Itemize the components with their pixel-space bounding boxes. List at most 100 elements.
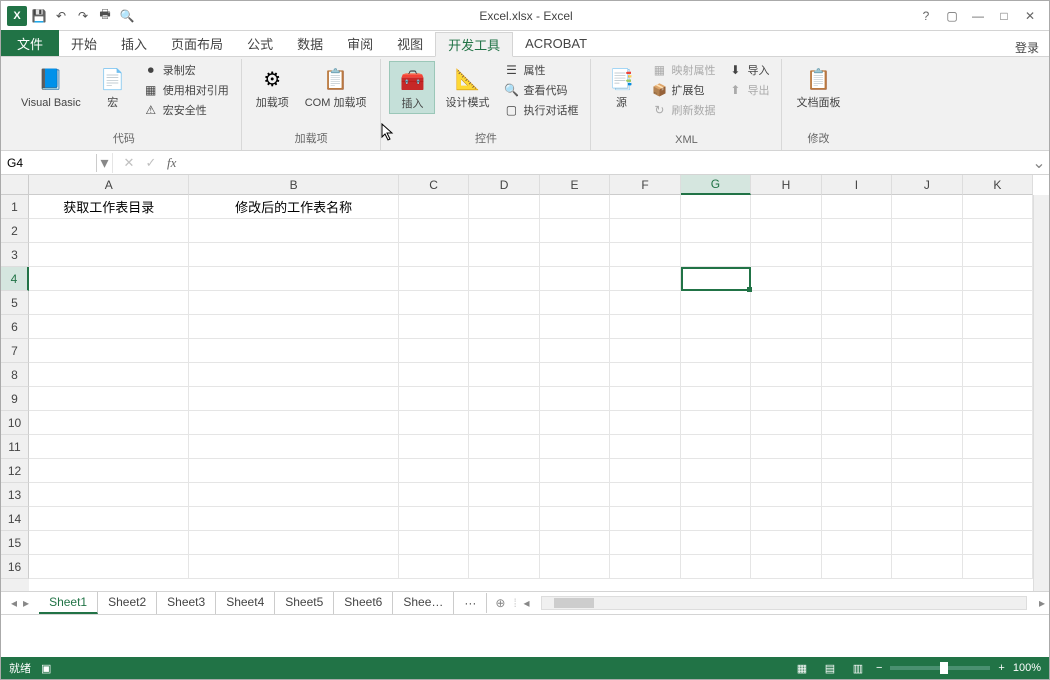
- cell[interactable]: 修改后的工作表名称: [189, 195, 398, 219]
- cell[interactable]: [610, 483, 680, 507]
- sheet-tab[interactable]: Sheet1: [39, 592, 98, 614]
- row-header[interactable]: 8: [1, 363, 29, 387]
- cell[interactable]: [963, 195, 1033, 219]
- cell[interactable]: [189, 507, 398, 531]
- cell[interactable]: [469, 531, 539, 555]
- sheet-tab[interactable]: Sheet3: [157, 592, 216, 614]
- record-macro-button[interactable]: ⏺录制宏: [139, 61, 233, 79]
- cell[interactable]: [469, 219, 539, 243]
- cell[interactable]: [540, 411, 610, 435]
- cell[interactable]: [610, 339, 680, 363]
- column-header[interactable]: I: [822, 175, 892, 195]
- row-header[interactable]: 9: [1, 387, 29, 411]
- cell[interactable]: [399, 219, 469, 243]
- cell[interactable]: [469, 411, 539, 435]
- use-relative-refs-button[interactable]: ▦使用相对引用: [139, 81, 233, 99]
- cell[interactable]: [681, 555, 751, 579]
- ribbon-tab[interactable]: 开发工具: [435, 32, 513, 57]
- cell[interactable]: [681, 483, 751, 507]
- row-header[interactable]: 2: [1, 219, 29, 243]
- column-header[interactable]: E: [540, 175, 610, 195]
- cell[interactable]: [681, 291, 751, 315]
- cell[interactable]: [469, 267, 539, 291]
- formula-expand-button[interactable]: ⌄: [1029, 153, 1049, 173]
- cell[interactable]: [751, 339, 821, 363]
- cell[interactable]: [610, 459, 680, 483]
- enter-formula-button[interactable]: ✓: [141, 155, 161, 171]
- row-header[interactable]: 6: [1, 315, 29, 339]
- import-button[interactable]: ⬇导入: [723, 61, 773, 79]
- cell[interactable]: [822, 243, 892, 267]
- hscroll-left[interactable]: ◂: [519, 596, 533, 610]
- vertical-scrollbar[interactable]: [1033, 195, 1049, 591]
- row-header[interactable]: 14: [1, 507, 29, 531]
- cell[interactable]: [399, 267, 469, 291]
- cell[interactable]: [540, 555, 610, 579]
- cell[interactable]: [540, 483, 610, 507]
- cell[interactable]: [963, 243, 1033, 267]
- cell[interactable]: [399, 315, 469, 339]
- cell[interactable]: [892, 339, 962, 363]
- cell[interactable]: [963, 339, 1033, 363]
- cell[interactable]: [963, 483, 1033, 507]
- cell[interactable]: [681, 243, 751, 267]
- cell[interactable]: [892, 459, 962, 483]
- cell[interactable]: [610, 243, 680, 267]
- page-break-view-button[interactable]: ▥: [848, 660, 868, 676]
- name-box[interactable]: G4: [1, 154, 97, 172]
- sheet-tab[interactable]: Shee…: [393, 592, 454, 614]
- cell[interactable]: [822, 291, 892, 315]
- cell[interactable]: [189, 291, 398, 315]
- cell[interactable]: [399, 483, 469, 507]
- properties-button[interactable]: ☰属性: [499, 61, 582, 79]
- cell[interactable]: [29, 267, 189, 291]
- normal-view-button[interactable]: ▦: [792, 660, 812, 676]
- column-header[interactable]: K: [963, 175, 1033, 195]
- minimize-button[interactable]: —: [967, 6, 989, 26]
- cell[interactable]: [189, 363, 398, 387]
- sheet-tab[interactable]: Sheet4: [216, 592, 275, 614]
- cell[interactable]: [399, 195, 469, 219]
- cell[interactable]: [822, 195, 892, 219]
- cell[interactable]: [892, 243, 962, 267]
- insert-control-button[interactable]: 🧰 插入: [389, 61, 435, 114]
- select-all-corner[interactable]: [1, 175, 29, 195]
- cell[interactable]: [751, 483, 821, 507]
- cell[interactable]: [399, 507, 469, 531]
- cell[interactable]: [963, 459, 1033, 483]
- com-addins-button[interactable]: 📋 COM 加载项: [299, 61, 373, 112]
- cell[interactable]: [469, 483, 539, 507]
- cell[interactable]: [399, 411, 469, 435]
- row-header[interactable]: 11: [1, 435, 29, 459]
- maximize-button[interactable]: □: [993, 6, 1015, 26]
- cell[interactable]: [469, 291, 539, 315]
- cell[interactable]: [540, 507, 610, 531]
- cell[interactable]: [540, 435, 610, 459]
- cell[interactable]: 获取工作表目录: [29, 195, 189, 219]
- cell[interactable]: [610, 267, 680, 291]
- name-box-dropdown[interactable]: ▾: [97, 153, 113, 173]
- cell[interactable]: [892, 531, 962, 555]
- cell[interactable]: [29, 435, 189, 459]
- formula-input[interactable]: [186, 154, 1029, 172]
- cell[interactable]: [540, 339, 610, 363]
- cell[interactable]: [963, 267, 1033, 291]
- cell[interactable]: [469, 339, 539, 363]
- document-panel-button[interactable]: 📋 文档面板: [790, 61, 846, 112]
- sheet-tab[interactable]: Sheet5: [275, 592, 334, 614]
- cell[interactable]: [963, 411, 1033, 435]
- cell[interactable]: [963, 219, 1033, 243]
- cell[interactable]: [29, 219, 189, 243]
- sheet-tab[interactable]: Sheet6: [334, 592, 393, 614]
- cell[interactable]: [822, 435, 892, 459]
- cell[interactable]: [751, 459, 821, 483]
- cell[interactable]: [822, 339, 892, 363]
- cell[interactable]: [892, 387, 962, 411]
- cell[interactable]: [751, 435, 821, 459]
- cell[interactable]: [822, 507, 892, 531]
- cell[interactable]: [822, 363, 892, 387]
- cell[interactable]: [751, 195, 821, 219]
- cell[interactable]: [610, 435, 680, 459]
- quick-print-icon[interactable]: 🖶: [95, 6, 115, 26]
- cell[interactable]: [610, 387, 680, 411]
